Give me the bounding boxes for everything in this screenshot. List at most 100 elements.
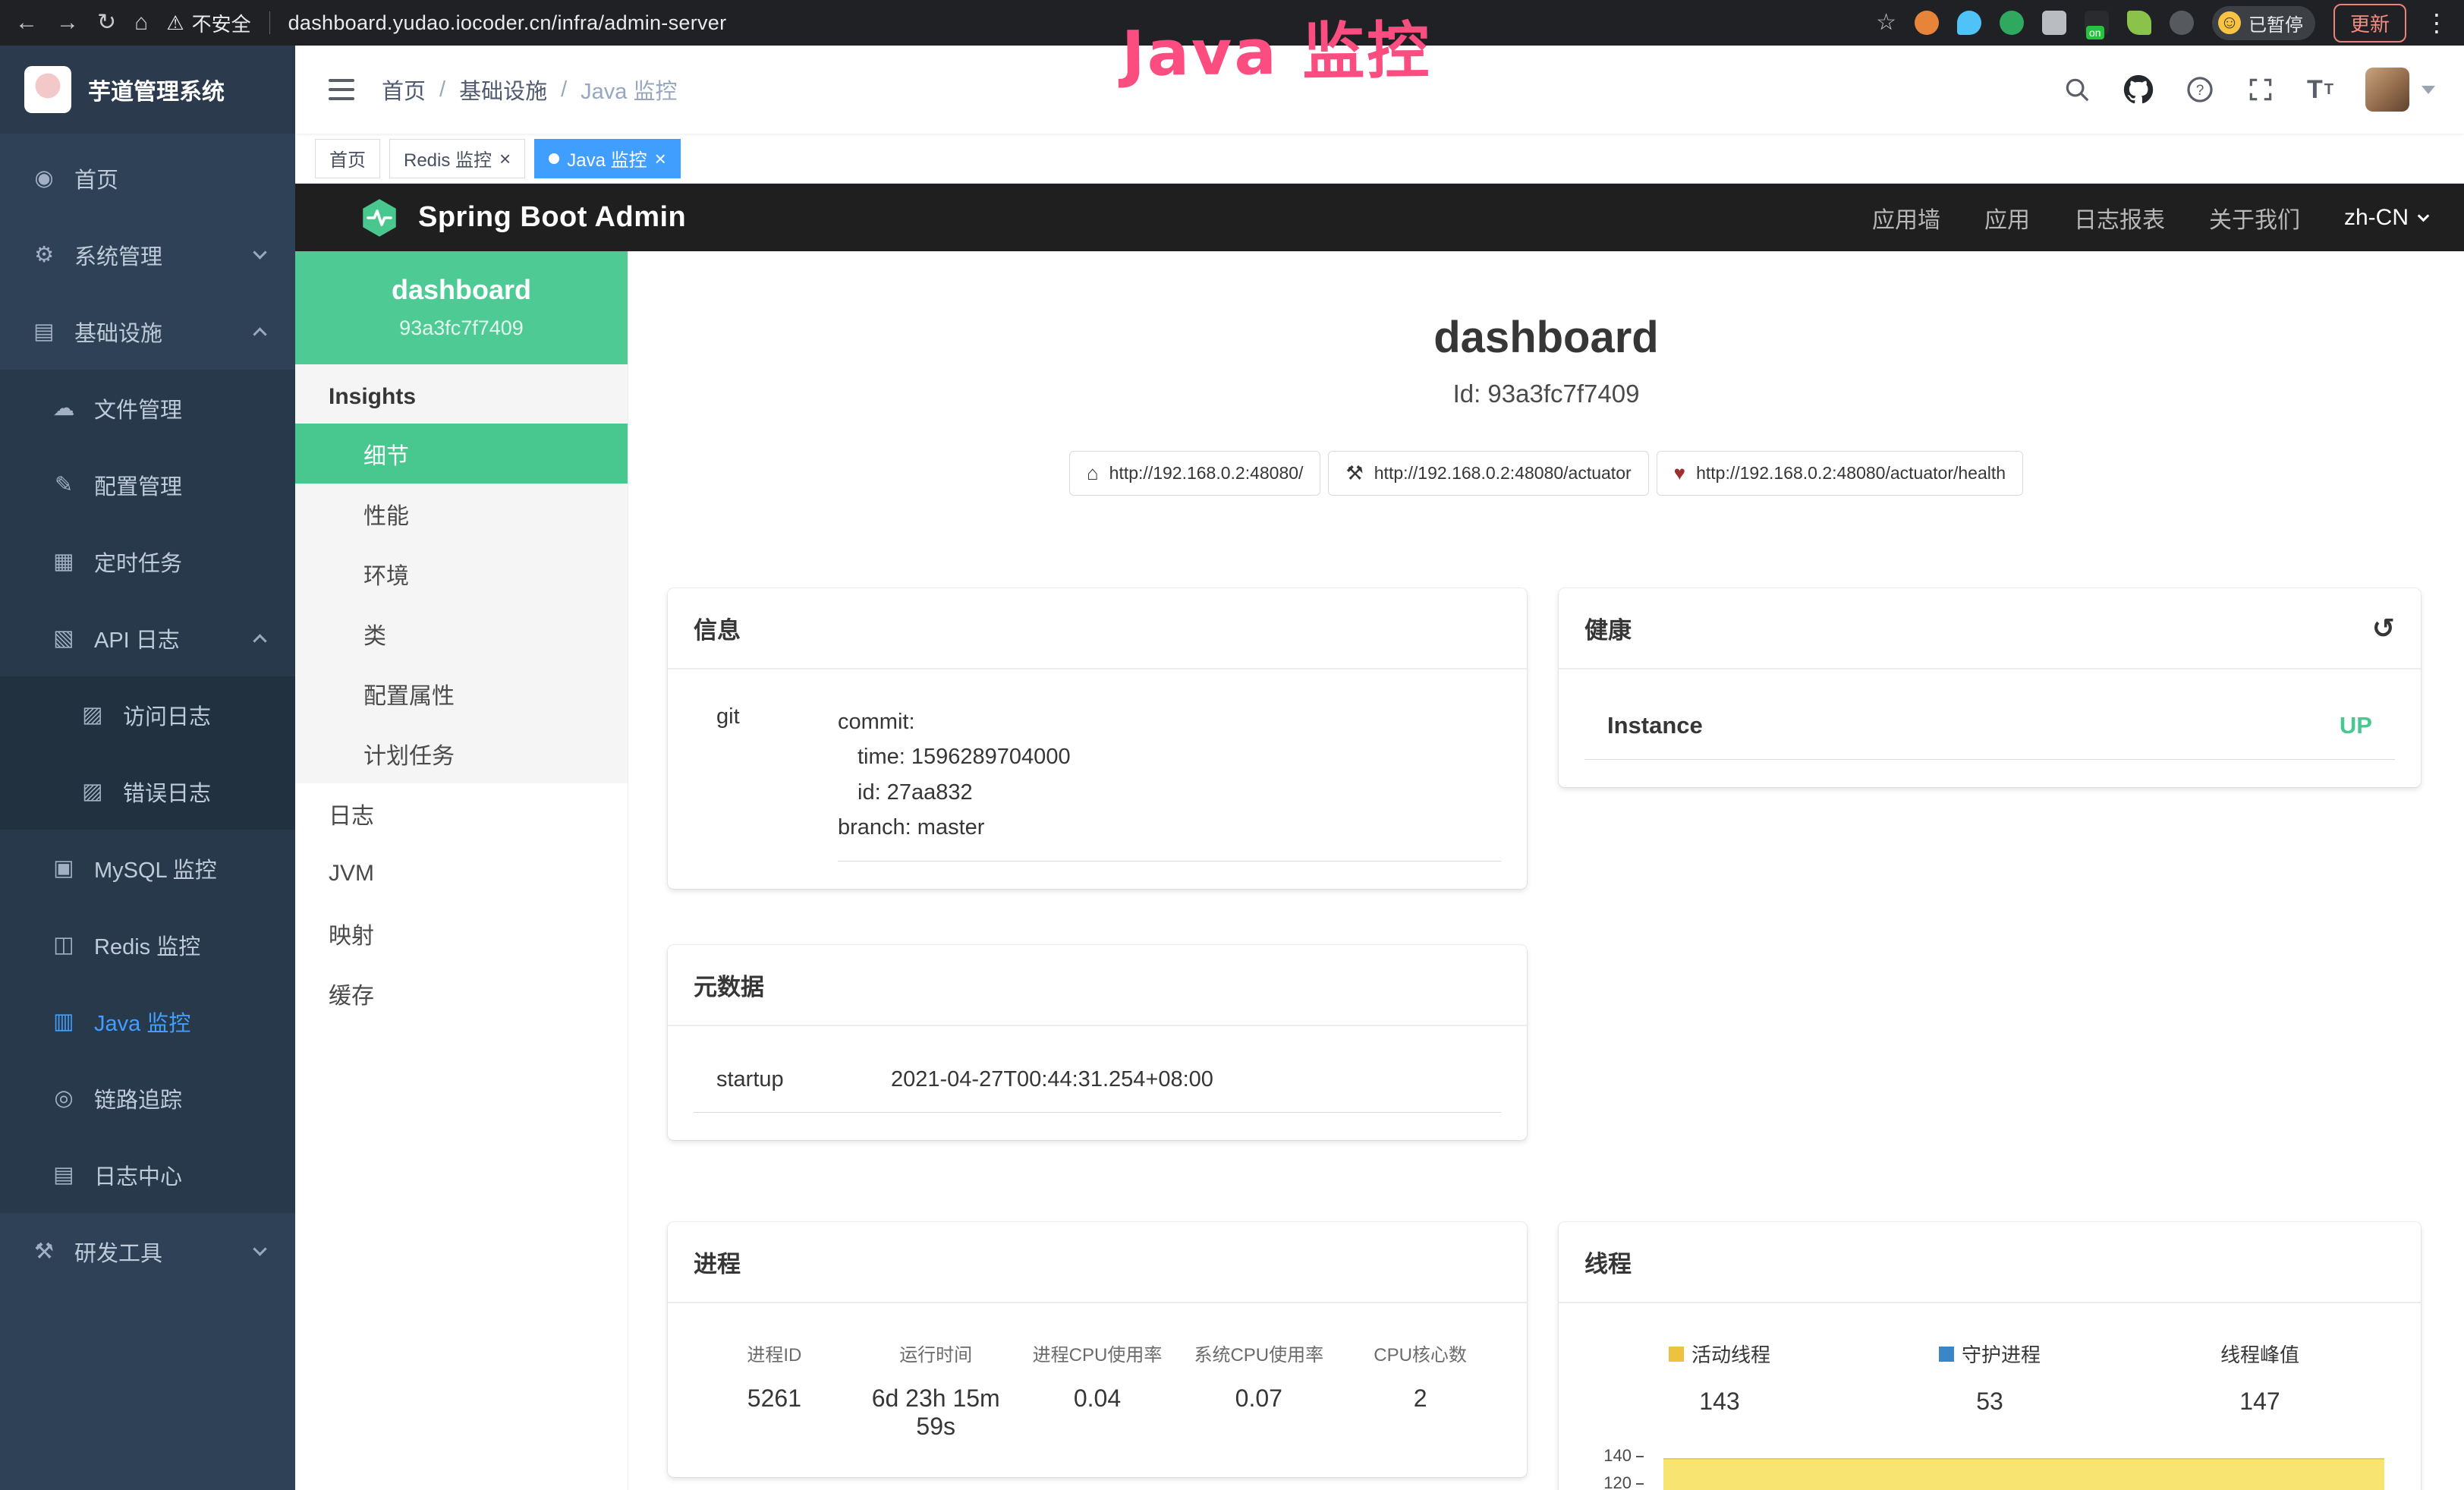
- browser-chrome: ← → ↻ ⌂ ⚠ 不安全 dashboard.yudao.iocoder.cn…: [0, 0, 2464, 46]
- menu-item-config-props[interactable]: 配置属性: [295, 663, 628, 723]
- back-icon[interactable]: ←: [15, 11, 38, 34]
- close-icon[interactable]: ×: [655, 149, 666, 169]
- extension-icon-6[interactable]: [2127, 11, 2151, 35]
- header-actions: ?: [2063, 68, 2435, 112]
- sidebar-item-mysql-monitor[interactable]: MySQL 监控: [0, 830, 295, 906]
- nav-wallboard[interactable]: 应用墙: [1872, 201, 1940, 235]
- sidebar-item-file-mgmt[interactable]: 文件管理: [0, 370, 295, 446]
- profile-chip[interactable]: 已暂停: [2212, 6, 2315, 40]
- instance-title: dashboard: [628, 312, 2464, 363]
- chevron-down-icon: [253, 1242, 266, 1255]
- app-logo: [24, 66, 71, 113]
- app-header: 首页 / 基础设施 / Java 监控 ?: [295, 46, 2464, 134]
- admin-sidebar: 芋道管理系统 首页 系统管理 基础设施: [0, 46, 295, 1490]
- forward-icon[interactable]: →: [56, 11, 79, 34]
- instance-header[interactable]: dashboard 93a3fc7f7409: [295, 251, 628, 364]
- sidebar-item-access-logs[interactable]: 访问日志: [0, 676, 295, 753]
- redis-icon: [50, 931, 77, 958]
- extension-icon-5[interactable]: on: [2085, 11, 2109, 35]
- actuator-url-link[interactable]: http://192.168.0.2:48080/actuator: [1328, 451, 1648, 496]
- metadata-card-title: 元数据: [694, 968, 764, 1002]
- extension-icon-2[interactable]: [1957, 11, 1981, 35]
- browser-home-icon[interactable]: ⌂: [134, 11, 148, 34]
- nav-about[interactable]: 关于我们: [2209, 201, 2300, 235]
- sidebar-item-api-logs[interactable]: API 日志: [0, 600, 295, 676]
- reload-icon[interactable]: ↻: [97, 11, 116, 34]
- history-icon[interactable]: ↺: [2372, 615, 2395, 642]
- sidebar-item-log-center[interactable]: 日志中心: [0, 1136, 295, 1213]
- menu-item-logs[interactable]: 日志: [295, 783, 628, 843]
- menu-item-mappings[interactable]: 映射: [295, 903, 628, 963]
- process-card-title: 进程: [694, 1245, 741, 1279]
- menu-item-scheduled-tasks[interactable]: 计划任务: [295, 723, 628, 783]
- sidebar-item-infrastructure[interactable]: 基础设施: [0, 293, 295, 370]
- avatar-caret-icon[interactable]: [2422, 86, 2435, 94]
- metadata-card-header: 元数据: [668, 945, 1527, 1026]
- service-url-link[interactable]: http://192.168.0.2:48080/: [1069, 451, 1321, 496]
- process-col-sys-cpu: 系统CPU使用率 0.07: [1178, 1340, 1339, 1441]
- bookmark-star-icon[interactable]: ☆: [1876, 11, 1896, 34]
- file-icon: [50, 395, 77, 421]
- locale-select[interactable]: zh-CN: [2344, 205, 2428, 231]
- sidebar-item-scheduled-jobs[interactable]: 定时任务: [0, 523, 295, 600]
- process-col-pid: 进程ID 5261: [694, 1340, 855, 1441]
- extension-icon-4[interactable]: [2042, 11, 2066, 35]
- browser-menu-icon[interactable]: ⋮: [2425, 11, 2449, 35]
- menu-item-metrics[interactable]: 性能: [295, 484, 628, 543]
- menu-item-details[interactable]: 细节: [295, 424, 628, 484]
- hamburger-icon[interactable]: [324, 74, 359, 105]
- tab-java-monitor[interactable]: Java 监控 ×: [534, 139, 681, 178]
- legend-label: 活动线程: [1691, 1340, 1770, 1368]
- nav-applications[interactable]: 应用: [1984, 201, 2030, 235]
- search-icon[interactable]: [2063, 75, 2091, 104]
- legend-label: 守护进程: [1962, 1340, 2041, 1368]
- sidebar-item-home[interactable]: 首页: [0, 140, 295, 216]
- tab-home[interactable]: 首页: [315, 139, 380, 178]
- sidebar-item-error-logs[interactable]: 错误日志: [0, 753, 295, 830]
- eye-icon: [50, 1085, 77, 1111]
- extension-icon-3[interactable]: [2000, 11, 2024, 35]
- close-icon[interactable]: ×: [499, 149, 511, 169]
- update-button[interactable]: 更新: [2333, 4, 2406, 43]
- threads-card-header: 线程: [1559, 1222, 2421, 1303]
- github-icon[interactable]: [2123, 74, 2154, 105]
- sidebar-item-tracing[interactable]: 链路追踪: [0, 1060, 295, 1136]
- git-commit-id: id: 27aa832: [838, 775, 1501, 810]
- info-card-header: 信息: [668, 588, 1527, 669]
- link-label: http://192.168.0.2:48080/actuator/health: [1696, 463, 2006, 484]
- help-icon[interactable]: ?: [2186, 75, 2214, 104]
- user-avatar[interactable]: [2365, 68, 2409, 112]
- sidebar-item-java-monitor[interactable]: Java 监控: [0, 983, 295, 1060]
- security-indicator[interactable]: ⚠ 不安全: [166, 9, 250, 37]
- sidebar-item-config-mgmt[interactable]: 配置管理: [0, 446, 295, 523]
- menu-item-classes[interactable]: 类: [295, 603, 628, 663]
- extension-icon-7[interactable]: [2170, 11, 2194, 35]
- menu-item-caches[interactable]: 缓存: [295, 963, 628, 1023]
- git-commit-label: commit:: [838, 704, 1501, 739]
- fullscreen-icon[interactable]: [2246, 75, 2275, 104]
- java-monitor-icon: [50, 1008, 77, 1035]
- font-size-icon[interactable]: [2307, 75, 2333, 105]
- sidebar-item-redis-monitor[interactable]: Redis 监控: [0, 906, 295, 983]
- menu-item-jvm[interactable]: JVM: [295, 843, 628, 903]
- extension-icon-1[interactable]: [1915, 11, 1939, 35]
- app-logo-row[interactable]: 芋道管理系统: [0, 46, 295, 134]
- tab-redis-monitor[interactable]: Redis 监控 ×: [389, 139, 525, 178]
- url-text[interactable]: dashboard.yudao.iocoder.cn/infra/admin-s…: [288, 11, 727, 35]
- instance-id: 93a3fc7f7409: [307, 317, 615, 340]
- sidebar-item-system-mgmt[interactable]: 系统管理: [0, 216, 295, 293]
- instance-detail: dashboard Id: 93a3fc7f7409 http://192.16…: [628, 251, 2464, 1490]
- process-col-proc-cpu: 进程CPU使用率 0.04: [1017, 1340, 1179, 1441]
- sidebar-item-dev-tools[interactable]: 研发工具: [0, 1213, 295, 1290]
- breadcrumb-infrastructure[interactable]: 基础设施: [459, 74, 547, 106]
- status-badge: UP: [2340, 712, 2372, 739]
- nav-journal[interactable]: 日志报表: [2074, 201, 2165, 235]
- error-log-icon: [79, 778, 106, 805]
- tab-label: Java 监控: [567, 145, 647, 172]
- tools-icon: [30, 1238, 58, 1265]
- legend-active-threads: 活动线程 143: [1584, 1340, 1855, 1416]
- menu-item-environment[interactable]: 环境: [295, 543, 628, 603]
- breadcrumb-home[interactable]: 首页: [382, 74, 426, 106]
- health-url-link[interactable]: http://192.168.0.2:48080/actuator/health: [1657, 451, 2023, 496]
- paused-label: 已暂停: [2248, 10, 2303, 36]
